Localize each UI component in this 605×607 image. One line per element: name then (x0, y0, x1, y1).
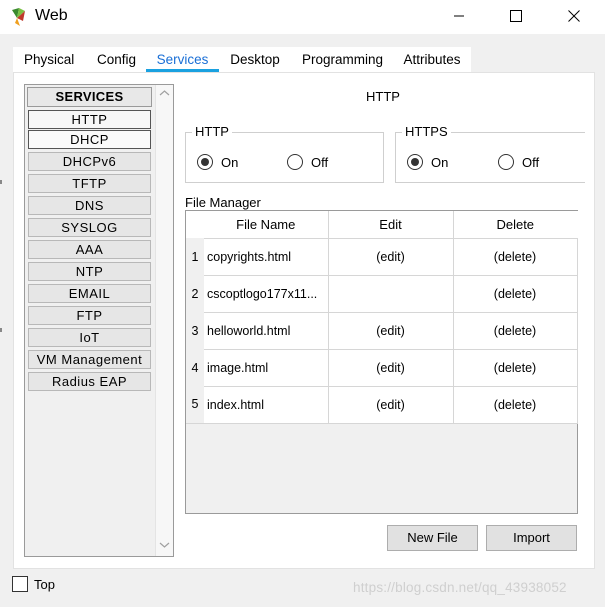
file-manager-table-container: File Name Edit Delete 1 copyrights.html … (185, 210, 578, 514)
https-off-label: Off (522, 155, 540, 170)
row-number-header (186, 211, 204, 238)
maximize-icon (510, 10, 522, 22)
file-name-cell[interactable]: index.html (204, 385, 329, 424)
window-edge-marker (0, 328, 2, 332)
http-on-radio[interactable] (197, 154, 213, 170)
minimize-icon (454, 15, 464, 17)
sidebar-scrollbar[interactable] (155, 85, 173, 556)
http-off-radio[interactable] (287, 154, 303, 170)
row-number: 2 (186, 275, 204, 312)
file-name-cell[interactable]: copyrights.html (204, 237, 329, 275)
table-row: 5 index.html (edit) (delete) (186, 385, 578, 424)
delete-link[interactable]: (delete) (453, 385, 578, 424)
https-legend: HTTPS (402, 124, 451, 139)
table-row: 4 image.html (edit) (delete) (186, 348, 578, 386)
table-row: 3 helloworld.html (edit) (delete) (186, 311, 578, 349)
sidebar-item-radius-eap[interactable]: Radius EAP (28, 372, 151, 391)
sidebar-item-email[interactable]: EMAIL (28, 284, 151, 303)
delete-link[interactable]: (delete) (453, 274, 578, 312)
edit-link (328, 274, 454, 312)
table-header-row: File Name Edit Delete (186, 211, 577, 238)
chevron-down-icon[interactable] (159, 541, 170, 549)
https-on-radio[interactable] (407, 154, 423, 170)
close-icon (568, 10, 580, 22)
https-off-radio[interactable] (498, 154, 514, 170)
tab-physical[interactable]: Physical (16, 48, 82, 72)
tab-programming[interactable]: Programming (294, 48, 388, 72)
table-row: 2 cscoptlogo177x11... (delete) (186, 274, 578, 312)
edit-link[interactable]: (edit) (328, 348, 454, 386)
http-group: HTTP On Off (185, 124, 384, 183)
services-list: SERVICES HTTP DHCP DHCPv6 TFTP DNS SYSLO… (26, 86, 154, 391)
table-row: 1 copyrights.html (edit) (delete) (186, 237, 578, 275)
title-bar: Web (0, 0, 605, 34)
edit-link[interactable]: (edit) (328, 385, 454, 424)
https-group: HTTPS On Off (395, 124, 585, 183)
window-title: Web (35, 7, 68, 24)
watermark: https://blog.csdn.net/qq_43938052 (353, 580, 567, 595)
window-edge-marker (0, 180, 2, 184)
file-name-cell[interactable]: helloworld.html (204, 311, 329, 349)
https-on-label: On (431, 155, 449, 170)
tab-config[interactable]: Config (89, 48, 143, 72)
import-button[interactable]: Import (486, 525, 577, 551)
sidebar-item-http[interactable]: HTTP (28, 110, 151, 129)
tab-attributes[interactable]: Attributes (395, 48, 469, 72)
services-header: SERVICES (27, 87, 152, 107)
close-button[interactable] (551, 0, 597, 32)
tab-desktop[interactable]: Desktop (222, 48, 288, 72)
sidebar-item-dhcpv6[interactable]: DHCPv6 (28, 152, 151, 171)
http-on-label: On (221, 155, 239, 170)
delete-link[interactable]: (delete) (453, 311, 578, 349)
sidebar-item-ntp[interactable]: NTP (28, 262, 151, 281)
sidebar-item-tftp[interactable]: TFTP (28, 174, 151, 193)
services-sidebar: SERVICES HTTP DHCP DHCPv6 TFTP DNS SYSLO… (24, 84, 174, 557)
chevron-up-icon[interactable] (159, 89, 170, 97)
edit-link[interactable]: (edit) (328, 311, 454, 349)
column-header-file-name: File Name (204, 211, 329, 238)
column-header-delete: Delete (453, 211, 577, 238)
sidebar-item-syslog[interactable]: SYSLOG (28, 218, 151, 237)
row-number: 1 (186, 238, 204, 275)
maximize-button[interactable] (493, 0, 539, 32)
row-number: 4 (186, 349, 204, 386)
top-checkbox-label: Top (34, 577, 55, 592)
file-manager-label: File Manager (185, 195, 261, 210)
http-legend: HTTP (192, 124, 232, 139)
sidebar-item-aaa[interactable]: AAA (28, 240, 151, 259)
column-header-edit: Edit (328, 211, 454, 238)
file-name-cell[interactable]: cscoptlogo177x11... (204, 274, 329, 312)
page-title: HTTP (366, 89, 400, 104)
row-number: 3 (186, 312, 204, 349)
minimize-button[interactable] (436, 0, 482, 32)
edit-link[interactable]: (edit) (328, 237, 454, 275)
http-off-label: Off (311, 155, 329, 170)
sidebar-item-vm-management[interactable]: VM Management (28, 350, 151, 369)
sidebar-item-dns[interactable]: DNS (28, 196, 151, 215)
sidebar-item-ftp[interactable]: FTP (28, 306, 151, 325)
delete-link[interactable]: (delete) (453, 348, 578, 386)
packet-tracer-device-icon (9, 6, 31, 28)
file-name-cell[interactable]: image.html (204, 348, 329, 386)
row-number: 5 (186, 386, 204, 424)
sidebar-item-dhcp[interactable]: DHCP (28, 130, 151, 149)
new-file-button[interactable]: New File (387, 525, 478, 551)
sidebar-item-iot[interactable]: IoT (28, 328, 151, 347)
delete-link[interactable]: (delete) (453, 237, 578, 275)
top-checkbox[interactable] (12, 576, 28, 592)
file-manager-table: File Name Edit Delete 1 copyrights.html … (186, 211, 578, 424)
